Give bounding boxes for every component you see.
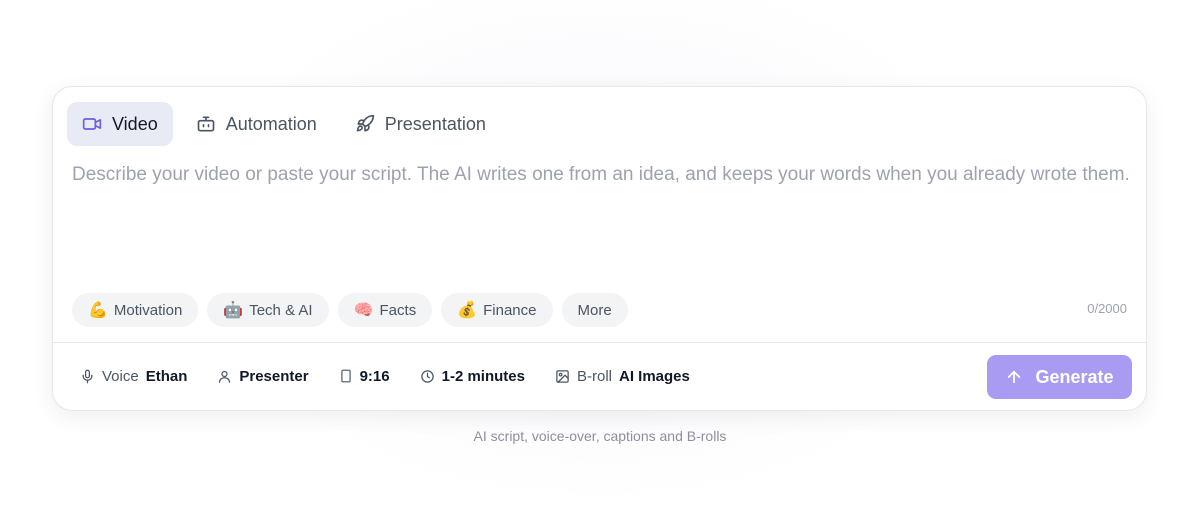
voice-label: Voice [102,367,139,385]
tab-label: Presentation [384,113,486,134]
user-icon [219,370,231,383]
broll-selector[interactable]: B-roll AI Images [555,368,690,385]
chip-label: Motivation [113,301,183,319]
arrow-up-icon [1008,370,1021,384]
tab-video[interactable]: Video [67,102,173,146]
tab-presentation[interactable]: Presentation [340,102,501,146]
image-icon [556,369,569,383]
broll-label: B-roll [576,367,612,385]
chip-finance[interactable]: 💰 Finance [441,293,553,327]
brain-icon: 🧠 [353,302,374,319]
chip-label: Finance [483,301,537,319]
robot-emoji-icon: 🤖 [223,302,244,319]
topic-chips: 💪 Motivation 🤖 Tech & AI 🧠 Facts 💰 Finan… [72,293,628,327]
aspect-ratio-value: 9:16 [359,367,390,385]
character-counter: 0/2000 [1087,301,1127,316]
phone-portrait-icon [340,369,351,383]
broll-value: AI Images [619,367,690,385]
aspect-ratio-selector[interactable]: 9:16 [339,366,390,386]
rocket-icon [356,114,374,132]
presenter-selector[interactable]: Presenter [217,367,309,385]
tab-automation[interactable]: Automation [181,102,332,146]
money-bag-icon: 💰 [457,302,478,319]
chip-facts[interactable]: 🧠 Facts [337,293,433,327]
voice-selector[interactable]: Voice Ethan [80,368,187,385]
footer-caption: AI script, voice-over, captions and B-ro… [473,428,727,444]
microphone-icon [82,369,93,383]
chip-more[interactable]: More [561,293,628,327]
tab-label: Automation [225,113,317,134]
divider [53,342,1146,343]
script-prompt-input[interactable] [72,160,1132,240]
mode-tabs: Video Automation Presentation [67,102,501,146]
clock-icon [420,369,434,383]
chip-tech-ai[interactable]: 🤖 Tech & AI [207,293,329,327]
voice-value: Ethan [145,367,188,385]
video-options: Voice Ethan Presenter 9:16 1-2 minutes B… [80,366,690,386]
chip-motivation[interactable]: 💪 Motivation [72,293,199,327]
chip-label: More [577,301,612,319]
duration-value: 1-2 minutes [441,367,525,385]
generate-label: Generate [1035,366,1114,387]
chip-label: Facts [379,301,417,319]
duration-selector[interactable]: 1-2 minutes [420,368,525,385]
chip-label: Tech & AI [249,301,313,319]
video-camera-icon [82,118,102,130]
flexed-biceps-icon: 💪 [88,302,108,319]
tab-label: Video [112,113,158,134]
presenter-label: Presenter [239,367,309,385]
generate-button[interactable]: Generate [987,355,1132,399]
robot-icon [197,116,215,132]
composer-card: Video Automation Presentation 💪 [52,86,1147,411]
